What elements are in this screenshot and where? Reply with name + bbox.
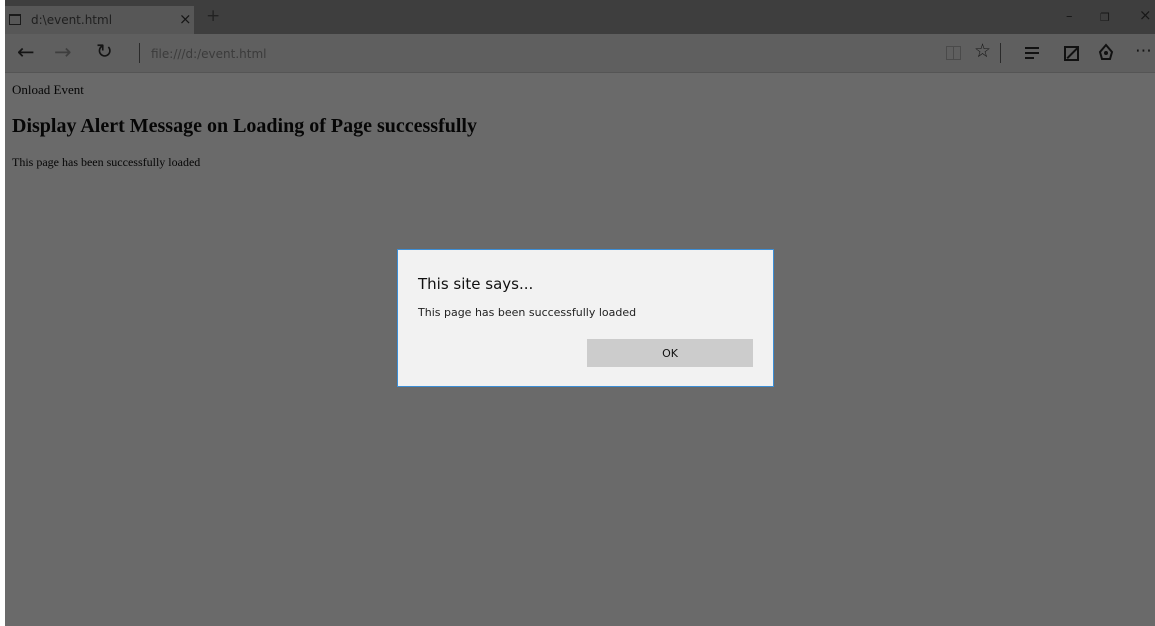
share-icon[interactable] [1097,43,1115,61]
hub-line [1025,57,1034,59]
favorite-star-icon[interactable]: ☆ [974,40,991,62]
address-separator [139,43,140,63]
hub-line [1025,52,1039,54]
tab-event-html[interactable]: d:\event.html × [0,6,194,34]
more-icon[interactable]: ⋯ [1135,41,1152,61]
web-note-icon[interactable] [1064,46,1079,61]
window-close-icon[interactable]: × [1139,8,1152,23]
page-label: Onload Event [12,82,84,97]
page-heading: Display Alert Message on Loading of Page… [12,115,477,137]
tab-close-icon[interactable]: × [179,10,192,28]
new-tab-icon[interactable]: + [206,8,220,25]
hub-line [1025,47,1039,49]
browser-window: d:\event.html × + – ❐ × ← → ↻ file:///d:… [0,0,1155,626]
toolbar-separator [1000,43,1001,63]
ok-button[interactable]: OK [587,339,753,367]
minimize-icon[interactable]: – [1066,10,1073,24]
dialog-title: This site says... [418,275,534,293]
alert-dialog: This site says... This page has been suc… [397,249,774,387]
tab-title: d:\event.html [31,13,113,27]
dialog-message: This page has been successfully loaded [418,306,637,319]
reading-view-icon[interactable] [946,46,961,60]
page-icon [9,14,21,25]
address-bar[interactable]: file:///d:/event.html [151,47,266,61]
forward-arrow-icon[interactable]: → [54,40,72,64]
navigation-bar: ← → ↻ file:///d:/event.html ☆ ⋯ [0,34,1155,72]
tab-bar: d:\event.html × + – ❐ × [0,0,1155,34]
refresh-icon[interactable]: ↻ [96,39,113,63]
back-arrow-icon[interactable]: ← [17,40,35,64]
restore-icon[interactable]: ❐ [1100,11,1110,25]
page-text: This page has been successfully loaded [12,155,201,169]
